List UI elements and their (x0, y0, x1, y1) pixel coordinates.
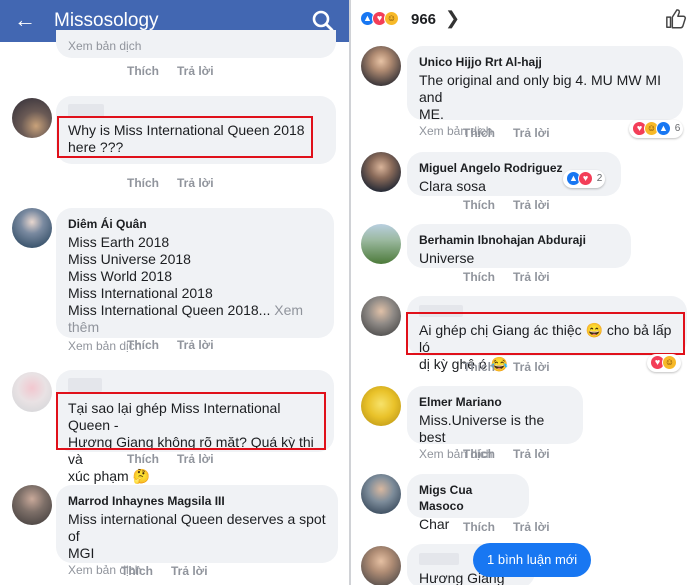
comment-actions: Thích Trả lời (463, 520, 568, 534)
right-screenshot: ▲ ♥ ☺ 966 ❯ Unico Hijjo Rrt Al-hajj The or… (351, 0, 700, 585)
highlight-box (56, 392, 326, 450)
like-link[interactable]: Thích (127, 338, 159, 352)
highlight-box (406, 312, 685, 355)
comment-line: Miss International 2018 (68, 285, 213, 301)
comment-line: Miss International Queen 2018... (68, 302, 271, 318)
comment-actions: Thích Trả lời (121, 564, 226, 578)
comment-text: Miss Earth 2018 Miss Universe 2018 Miss … (68, 234, 322, 336)
comment-line: Miss Earth 2018 (68, 234, 170, 250)
commenter-name[interactable]: Marrod Inhaynes Magsila III (68, 493, 326, 509)
comment-bubble: Elmer Mariano Miss.Universe is the best … (407, 386, 583, 461)
comment-actions: Thích Trả lời (127, 452, 232, 466)
comment-reactions[interactable]: ▲ ♥ 2 (563, 170, 606, 188)
thumbs-up-icon[interactable] (665, 8, 687, 30)
love-reaction-icon: ♥ (578, 171, 593, 186)
reply-link[interactable]: Trả lời (513, 447, 550, 461)
comment-line: Universe (419, 250, 475, 266)
haha-reaction-icon: ☺ (384, 11, 399, 27)
like-link[interactable]: Thích (127, 176, 159, 190)
avatar[interactable] (361, 152, 401, 192)
comment-text: The original and only big 4. MU MW MI an… (419, 72, 671, 123)
back-arrow-icon[interactable]: ← (14, 8, 36, 32)
comment-actions: Thích Trả lời (127, 338, 232, 352)
comment-text: Miss.Universe is the best (419, 412, 571, 446)
reply-link[interactable]: Trả lời (513, 198, 550, 212)
comment-bubble: Berhamin Ibnohajan Abduraji Universe (407, 224, 631, 268)
comment-bubble: Migs Cua Masoco Char (407, 474, 529, 532)
comment-actions: Thích Trả lời (463, 360, 568, 374)
avatar[interactable] (12, 208, 52, 248)
comment-line: MGI (68, 545, 95, 561)
reaction-icons[interactable]: ▲ ♥ ☺ (360, 10, 399, 28)
avatar[interactable] (361, 546, 401, 585)
avatar[interactable] (361, 296, 401, 336)
new-comment-button[interactable]: 1 bình luận mới (473, 543, 592, 577)
comment-line: xúc phạm 🤔 (68, 468, 151, 484)
reply-link[interactable]: Trả lời (177, 452, 214, 466)
commenter-name[interactable]: Diêm Ái Quân (68, 216, 322, 232)
chevron-right-icon[interactable]: ❯ (445, 8, 460, 29)
like-link[interactable]: Thích (127, 452, 159, 466)
translate-link[interactable]: Xem bản dịch (68, 38, 324, 54)
like-link[interactable]: Thích (463, 270, 495, 284)
comment-line: Miss international Queen deserves a spot… (68, 511, 326, 544)
comment-bubble: Marrod Inhaynes Magsila III Miss interna… (56, 485, 338, 577)
like-link[interactable]: Thích (463, 198, 495, 212)
reply-link[interactable]: Trả lời (177, 176, 214, 190)
comment-actions: Thích Trả lời (463, 126, 568, 140)
comment-bubble-partial: Xem bản dịch (56, 30, 336, 58)
highlight-box (57, 116, 313, 158)
avatar[interactable] (361, 224, 401, 264)
comment-actions: Thích Trả lời (463, 447, 568, 461)
haha-reaction-icon: ☺ (662, 355, 677, 370)
reaction-count[interactable]: 966 (411, 11, 436, 28)
like-link[interactable]: Thích (463, 447, 495, 461)
comment-line: The original and only big 4. MU MW MI an… (419, 72, 661, 105)
comment-bubble: Unico Hijjo Rrt Al-hajj The original and… (407, 46, 683, 138)
avatar[interactable] (361, 474, 401, 514)
reply-link[interactable]: Trả lời (513, 520, 550, 534)
comment-actions: Thích Trả lời (127, 176, 232, 190)
reply-link[interactable]: Trả lời (513, 360, 550, 374)
like-link[interactable]: Thích (463, 360, 495, 374)
comment-actions: Thích Trả lời (463, 198, 568, 212)
reply-link[interactable]: Trả lời (513, 270, 550, 284)
comment-text: Miss international Queen deserves a spot… (68, 511, 326, 562)
comment-reactions[interactable]: ♥ ☺ ▲ 6 (629, 120, 684, 138)
commenter-name[interactable]: Unico Hijjo Rrt Al-hajj (419, 54, 671, 70)
comment-actions: Thích Trả lời (463, 270, 568, 284)
commenter-name[interactable]: Berhamin Ibnohajan Abduraji (419, 232, 619, 248)
like-reaction-icon: ▲ (656, 121, 671, 136)
avatar[interactable] (361, 386, 401, 426)
like-link[interactable]: Thích (463, 126, 495, 140)
comment-text: Universe (419, 250, 619, 267)
reply-link[interactable]: Trả lời (177, 64, 214, 78)
left-screenshot: ← Missosology Xem bản dịch Thích Trả lời … (0, 0, 349, 585)
avatar[interactable] (12, 485, 52, 525)
avatar[interactable] (12, 98, 52, 138)
avatar[interactable] (12, 372, 52, 412)
reply-link[interactable]: Trả lời (177, 338, 214, 352)
reactions-header-bar: ▲ ♥ ☺ 966 ❯ (351, 0, 700, 40)
reply-link[interactable]: Trả lời (513, 126, 550, 140)
reaction-total: 6 (674, 123, 681, 135)
comment-actions: Thích Trả lời (127, 64, 232, 78)
like-link[interactable]: Thích (121, 564, 153, 578)
avatar[interactable] (361, 46, 401, 86)
commenter-name[interactable]: Elmer Mariano (419, 394, 571, 410)
like-link[interactable]: Thích (127, 64, 159, 78)
reply-link[interactable]: Trả lời (171, 564, 208, 578)
like-link[interactable]: Thích (463, 520, 495, 534)
commenter-name[interactable]: Migs Cua Masoco (419, 482, 517, 514)
comment-reactions[interactable]: ♥ ☺ (647, 354, 681, 372)
blurred-name (419, 553, 459, 565)
comment-line: Miss World 2018 (68, 268, 173, 284)
comment-line: Miss Universe 2018 (68, 251, 191, 267)
comment-line: Miss.Universe is the best (419, 412, 545, 445)
comment-bubble: Diêm Ái Quân Miss Earth 2018 Miss Univer… (56, 208, 334, 353)
group-title: Missosology (54, 10, 159, 31)
blurred-name (68, 378, 102, 392)
reaction-total: 2 (596, 173, 603, 185)
